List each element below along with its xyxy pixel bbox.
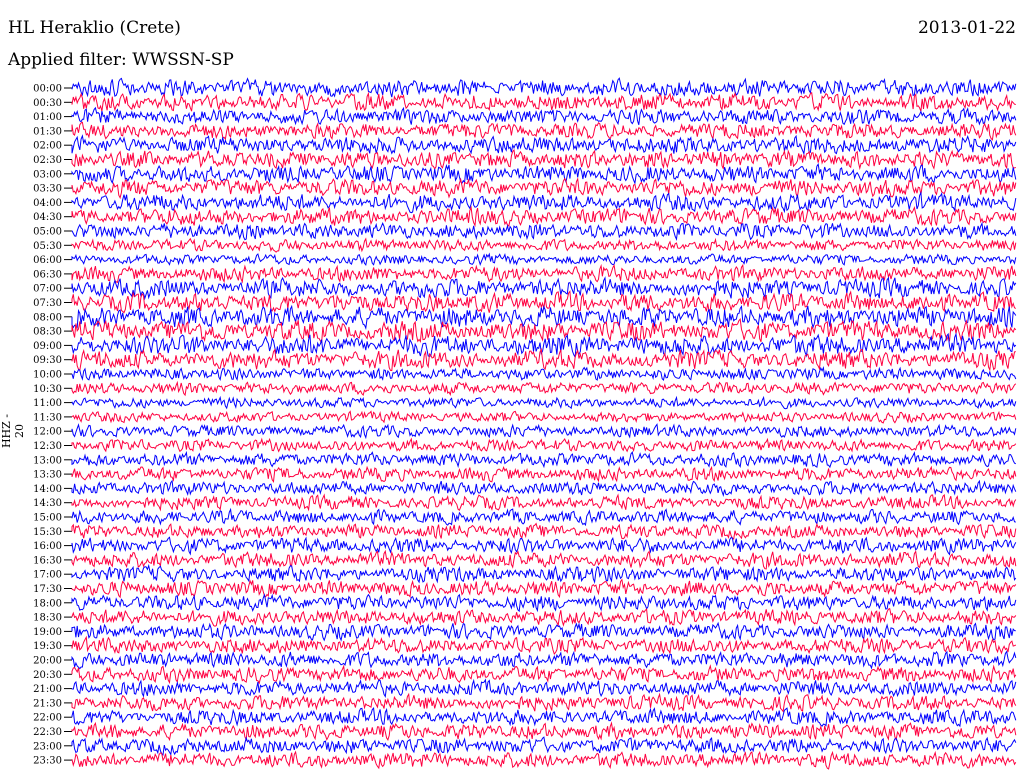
time-tick-label: 05:30 [33, 241, 62, 252]
trace-line-1400 [71, 479, 1017, 497]
trace-line-0130 [71, 121, 1017, 141]
time-tick-label: 00:00 [33, 84, 62, 95]
time-tick-label: 13:30 [33, 470, 62, 481]
time-tick-label: 05:00 [33, 227, 62, 238]
trace-line-2300 [71, 736, 1017, 756]
trace-line-1330 [71, 465, 1017, 483]
time-tick-label: 02:30 [33, 155, 62, 166]
time-tick-label: 08:30 [33, 327, 62, 338]
time-tick-label: 23:00 [33, 741, 62, 752]
trace-line-0100 [71, 106, 1017, 126]
time-tick-label: 17:00 [33, 570, 62, 581]
trace-line-0430 [71, 205, 1017, 228]
trace-line-1930 [71, 635, 1017, 656]
trace-line-0000 [71, 77, 1017, 98]
trace-line-1500 [71, 507, 1016, 527]
trace-line-1800 [71, 593, 1017, 613]
time-tick-label: 07:00 [33, 284, 62, 295]
time-tick-label: 09:30 [33, 355, 62, 366]
time-tick-label: 12:00 [33, 427, 62, 438]
time-tick-label: 20:30 [33, 670, 62, 681]
trace-line-0200 [71, 134, 1017, 156]
time-tick-label: 01:30 [33, 126, 62, 137]
trace-line-0730 [71, 290, 1017, 314]
time-tick-label: 06:00 [33, 255, 62, 266]
time-tick-label: 23:30 [33, 756, 62, 767]
time-tick-label: 22:30 [33, 727, 62, 738]
trace-line-0500 [71, 221, 1017, 241]
time-tick-label: 09:00 [33, 341, 62, 352]
trace-line-1030 [71, 380, 1017, 397]
trace-line-1600 [71, 536, 1017, 556]
trace-line-1430 [71, 493, 1017, 512]
time-tick-label: 01:00 [33, 112, 62, 123]
time-tick-label: 21:00 [33, 684, 62, 695]
time-tick-label: 03:30 [33, 184, 62, 195]
time-tick-label: 17:30 [33, 584, 62, 595]
trace-line-2030 [71, 664, 1017, 685]
trace-line-0830 [71, 318, 1017, 345]
trace-line-1230 [71, 437, 1017, 453]
time-tick-label: 22:00 [33, 713, 62, 724]
time-tick-label: 03:00 [33, 169, 62, 180]
time-tick-label: 11:00 [33, 398, 62, 409]
trace-line-1530 [71, 522, 1017, 540]
time-tick-label: 16:00 [33, 541, 62, 552]
trace-line-1700 [71, 563, 1017, 584]
time-tick-label: 07:30 [33, 298, 62, 309]
time-tick-label: 18:30 [33, 613, 62, 624]
time-tick-label: 08:00 [33, 312, 62, 323]
time-tick-label: 15:30 [33, 527, 62, 538]
trace-line-0600 [71, 252, 1017, 267]
time-tick-label: 10:00 [33, 370, 62, 381]
time-tick-label: 15:00 [33, 513, 62, 524]
trace-line-2000 [71, 650, 1017, 670]
time-tick-label: 18:00 [33, 598, 62, 609]
trace-line-1100 [71, 395, 1017, 410]
trace-line-0330 [71, 177, 1017, 200]
time-tick-label: 16:30 [33, 555, 62, 566]
trace-line-1300 [71, 450, 1017, 469]
time-tick-label: 13:00 [33, 455, 62, 466]
time-tick-label: 00:30 [33, 98, 62, 109]
time-tick-label: 19:00 [33, 627, 62, 638]
time-tick-label: 10:30 [33, 384, 62, 395]
trace-line-0700 [71, 276, 1017, 301]
trace-line-1730 [71, 578, 1017, 599]
time-tick-label: 14:30 [33, 498, 62, 509]
trace-line-2130 [71, 692, 1017, 713]
time-tick-label: 12:30 [33, 441, 62, 452]
time-tick-label: 14:00 [33, 484, 62, 495]
trace-line-2200 [71, 706, 1017, 728]
time-tick-label: 19:30 [33, 641, 62, 652]
trace-line-2100 [71, 678, 1017, 699]
time-tick-label: 20:00 [33, 656, 62, 667]
trace-line-1000 [71, 366, 1017, 382]
trace-line-0400 [71, 190, 1017, 214]
time-tick-label: 21:30 [33, 698, 62, 709]
trace-line-0630 [71, 263, 1017, 284]
time-tick-label: 04:30 [33, 212, 62, 223]
time-tick-label: 11:30 [33, 412, 62, 423]
trace-line-0530 [71, 237, 1017, 253]
trace-line-1630 [71, 549, 1017, 570]
time-tick-label: 06:30 [33, 269, 62, 280]
time-tick-label: 02:00 [33, 141, 62, 152]
trace-line-0230 [71, 148, 1017, 171]
trace-line-0930 [71, 347, 1016, 372]
trace-line-0900 [71, 332, 1017, 359]
time-tick-label: 04:00 [33, 198, 62, 209]
trace-line-1200 [71, 423, 1017, 440]
trace-line-2330 [71, 750, 1017, 770]
trace-line-0030 [71, 91, 1016, 112]
helicorder-plot: 00:00 00:30 01:00 01:30 02:00 02:30 03:00 03:30… [33, 77, 1017, 770]
trace-line-1130 [71, 410, 1017, 424]
trace-line-1830 [71, 607, 1017, 627]
